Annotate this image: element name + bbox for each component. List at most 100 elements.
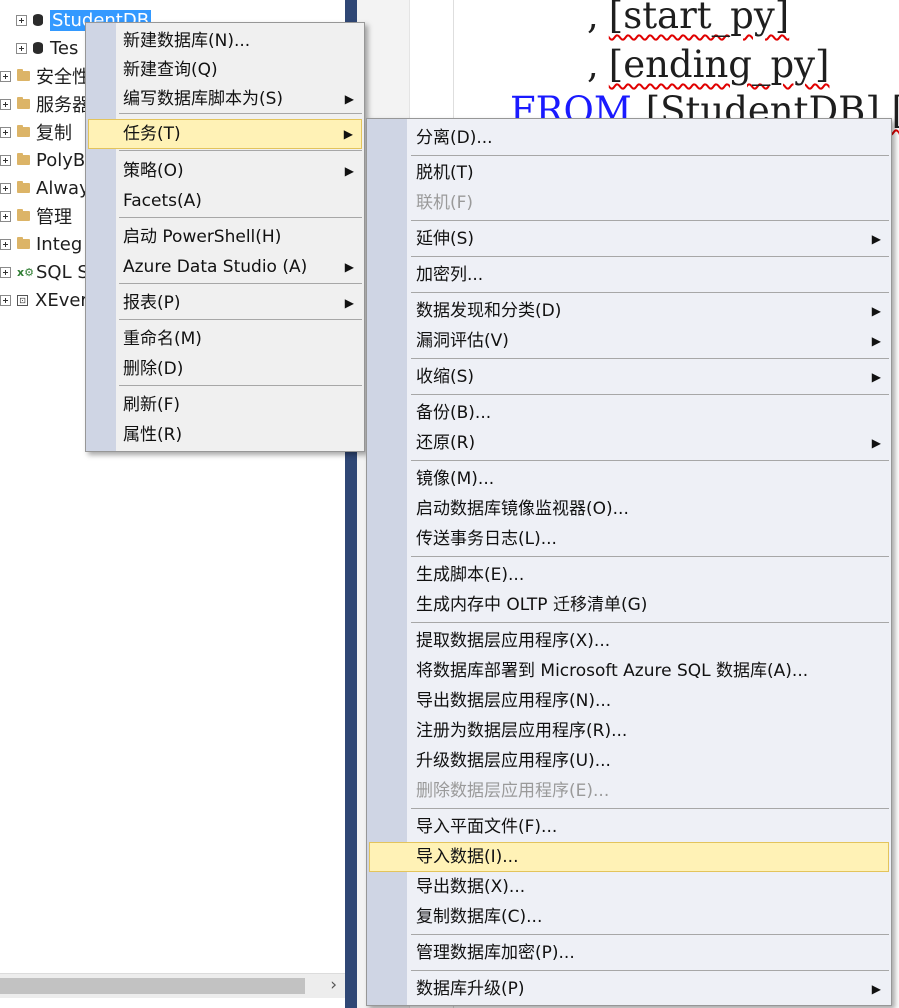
menu-item-label: 提取数据层应用程序(X)... [416, 631, 611, 651]
menu-item-label: 漏洞评估(V) [416, 331, 509, 351]
tasks-menu-item-12[interactable]: 传送事务日志(L)... [369, 524, 889, 554]
menu-item-label: Azure Data Studio (A) [123, 257, 308, 277]
tasks-menu-item-4[interactable]: 加密列... [369, 260, 889, 290]
menu-separator [411, 622, 889, 623]
tasks-menu-item-17[interactable]: 导出数据层应用程序(N)... [369, 686, 889, 716]
context-menu-item-2[interactable]: 编写数据库脚本为(S) ▶ [88, 84, 362, 114]
code-identifier: [ending_py] [608, 43, 830, 86]
submenu-arrow-icon: ▶ [344, 260, 354, 274]
expand-icon[interactable] [0, 210, 11, 222]
menu-item-label: 启动 PowerShell(H) [123, 227, 282, 247]
menu-item-label: 分离(D)... [416, 128, 493, 148]
tasks-menu-item-3[interactable]: 延伸(S) ▶ [369, 224, 889, 254]
expand-icon[interactable] [0, 266, 11, 278]
tasks-menu-item-13[interactable]: 生成脚本(E)... [369, 560, 889, 590]
menu-item-label: 属性(R) [123, 425, 183, 445]
tasks-menu-item-24[interactable]: 复制数据库(C)... [369, 902, 889, 932]
tasks-menu-item-11[interactable]: 启动数据库镜像监视器(O)... [369, 494, 889, 524]
tasks-menu-item-6[interactable]: 漏洞评估(V) ▶ [369, 326, 889, 356]
expand-icon[interactable] [0, 126, 11, 138]
tasks-menu-item-1[interactable]: 脱机(T) [369, 158, 889, 188]
tasks-menu-item-0[interactable]: 分离(D)... [369, 123, 889, 153]
submenu-arrow-icon: ▶ [344, 296, 354, 310]
tasks-menu-item-26[interactable]: 数据库升级(P) ▶ [369, 974, 889, 1004]
menu-item-label: 管理数据库加密(P)... [416, 943, 575, 963]
expand-icon[interactable] [0, 294, 11, 306]
tree-node[interactable]: 管理 [0, 203, 72, 229]
tree-node[interactable]: 服务器 [0, 91, 90, 117]
expand-icon[interactable] [16, 14, 27, 26]
tasks-menu-item-22[interactable]: 导入数据(I)... [369, 842, 889, 872]
menu-item-label: 加密列... [416, 265, 484, 285]
menu-item-label: 收缩(S) [416, 367, 475, 387]
expand-icon[interactable] [0, 154, 11, 166]
expand-icon[interactable] [0, 70, 11, 82]
scroll-right-icon[interactable]: › [330, 975, 337, 995]
menu-item-label: 任务(T) [123, 124, 181, 144]
context-menu-item-4[interactable]: 策略(O) ▶ [88, 156, 362, 186]
menu-item-label: 将数据库部署到 Microsoft Azure SQL 数据库(A)... [416, 661, 809, 681]
expand-icon[interactable] [0, 238, 11, 250]
tree-node[interactable]: Alway [0, 175, 90, 201]
tasks-menu-item-25[interactable]: 管理数据库加密(P)... [369, 938, 889, 968]
tasks-menu-item-19[interactable]: 升级数据层应用程序(U)... [369, 746, 889, 776]
expand-icon[interactable] [16, 42, 27, 54]
context-menu-item-9[interactable]: 重命名(M) [88, 324, 362, 354]
explorer-horizontal-scrollbar[interactable]: › [0, 973, 345, 998]
tasks-menu-item-18[interactable]: 注册为数据层应用程序(R)... [369, 716, 889, 746]
database-icon [33, 14, 43, 26]
tree-node-label: SQL S [36, 261, 89, 283]
tree-node[interactable]: ⊡ XEver [0, 287, 88, 313]
context-menu-item-6[interactable]: 启动 PowerShell(H) [88, 222, 362, 252]
context-menu-item-3[interactable]: 任务(T) ▶ [88, 119, 362, 149]
tasks-menu-item-2: 联机(F) [369, 188, 889, 218]
menu-separator [119, 113, 362, 114]
context-menu-item-1[interactable]: 新建查询(Q) [88, 55, 362, 85]
database-context-menu: 新建数据库(N)... 新建查询(Q) 编写数据库脚本为(S) ▶ 任务(T) ▶ 策略(O… [85, 22, 365, 452]
tree-node[interactable]: 复制 [0, 119, 72, 145]
tasks-menu-item-7[interactable]: 收缩(S) ▶ [369, 362, 889, 392]
menu-item-label: 删除(D) [123, 359, 184, 379]
xevent-icon: ⊡ [17, 294, 28, 306]
context-menu-item-12[interactable]: 属性(R) [88, 420, 362, 450]
tasks-menu-item-5[interactable]: 数据发现和分类(D) ▶ [369, 296, 889, 326]
tree-node-label: PolyB [36, 149, 86, 171]
tasks-menu-item-9[interactable]: 还原(R) ▶ [369, 428, 889, 458]
menu-item-label: 联机(F) [416, 193, 474, 213]
tasks-menu-item-8[interactable]: 备份(B)... [369, 398, 889, 428]
tree-node[interactable]: PolyB [0, 147, 85, 173]
tasks-menu-item-23[interactable]: 导出数据(X)... [369, 872, 889, 902]
menu-separator [411, 460, 889, 461]
folder-icon [17, 181, 30, 193]
context-menu-item-0[interactable]: 新建数据库(N)... [88, 26, 362, 56]
submenu-arrow-icon: ▶ [343, 127, 353, 141]
tasks-menu-item-14[interactable]: 生成内存中 OLTP 迁移清单(G) [369, 590, 889, 620]
menu-item-label: 刷新(F) [123, 395, 181, 415]
menu-item-label: 复制数据库(C)... [416, 907, 543, 927]
menu-item-label: 数据库升级(P) [416, 979, 525, 999]
menu-item-label: 导入数据(I)... [416, 847, 519, 867]
tree-node[interactable]: 安全性 [0, 63, 90, 89]
tree-node-label: 服务器 [36, 95, 90, 116]
tasks-menu-item-16[interactable]: 将数据库部署到 Microsoft Azure SQL 数据库(A)... [369, 656, 889, 686]
tasks-menu-item-15[interactable]: 提取数据层应用程序(X)... [369, 626, 889, 656]
tree-node[interactable]: x⚙ SQL S [0, 259, 89, 285]
context-menu-item-8[interactable]: 报表(P) ▶ [88, 288, 362, 318]
submenu-arrow-icon: ▶ [871, 370, 881, 384]
tasks-menu-item-21[interactable]: 导入平面文件(F)... [369, 812, 889, 842]
tree-node[interactable]: Integ [0, 231, 82, 257]
menu-item-label: 升级数据层应用程序(U)... [416, 751, 611, 771]
context-menu-item-11[interactable]: 刷新(F) [88, 390, 362, 420]
folder-icon [17, 237, 30, 249]
tree-node[interactable]: Tes [16, 35, 78, 61]
expand-icon[interactable] [0, 98, 11, 110]
context-menu-item-7[interactable]: Azure Data Studio (A) ▶ [88, 252, 362, 282]
scrollbar-thumb[interactable] [0, 978, 305, 994]
context-menu-item-10[interactable]: 删除(D) [88, 354, 362, 384]
menu-item-label: 删除数据层应用程序(E)... [416, 781, 610, 801]
expand-icon[interactable] [0, 182, 11, 194]
context-menu-item-5[interactable]: Facets(A) [88, 186, 362, 216]
tasks-menu-item-10[interactable]: 镜像(M)... [369, 464, 889, 494]
menu-item-label: 脱机(T) [416, 163, 474, 183]
tasks-menu-item-20: 删除数据层应用程序(E)... [369, 776, 889, 806]
